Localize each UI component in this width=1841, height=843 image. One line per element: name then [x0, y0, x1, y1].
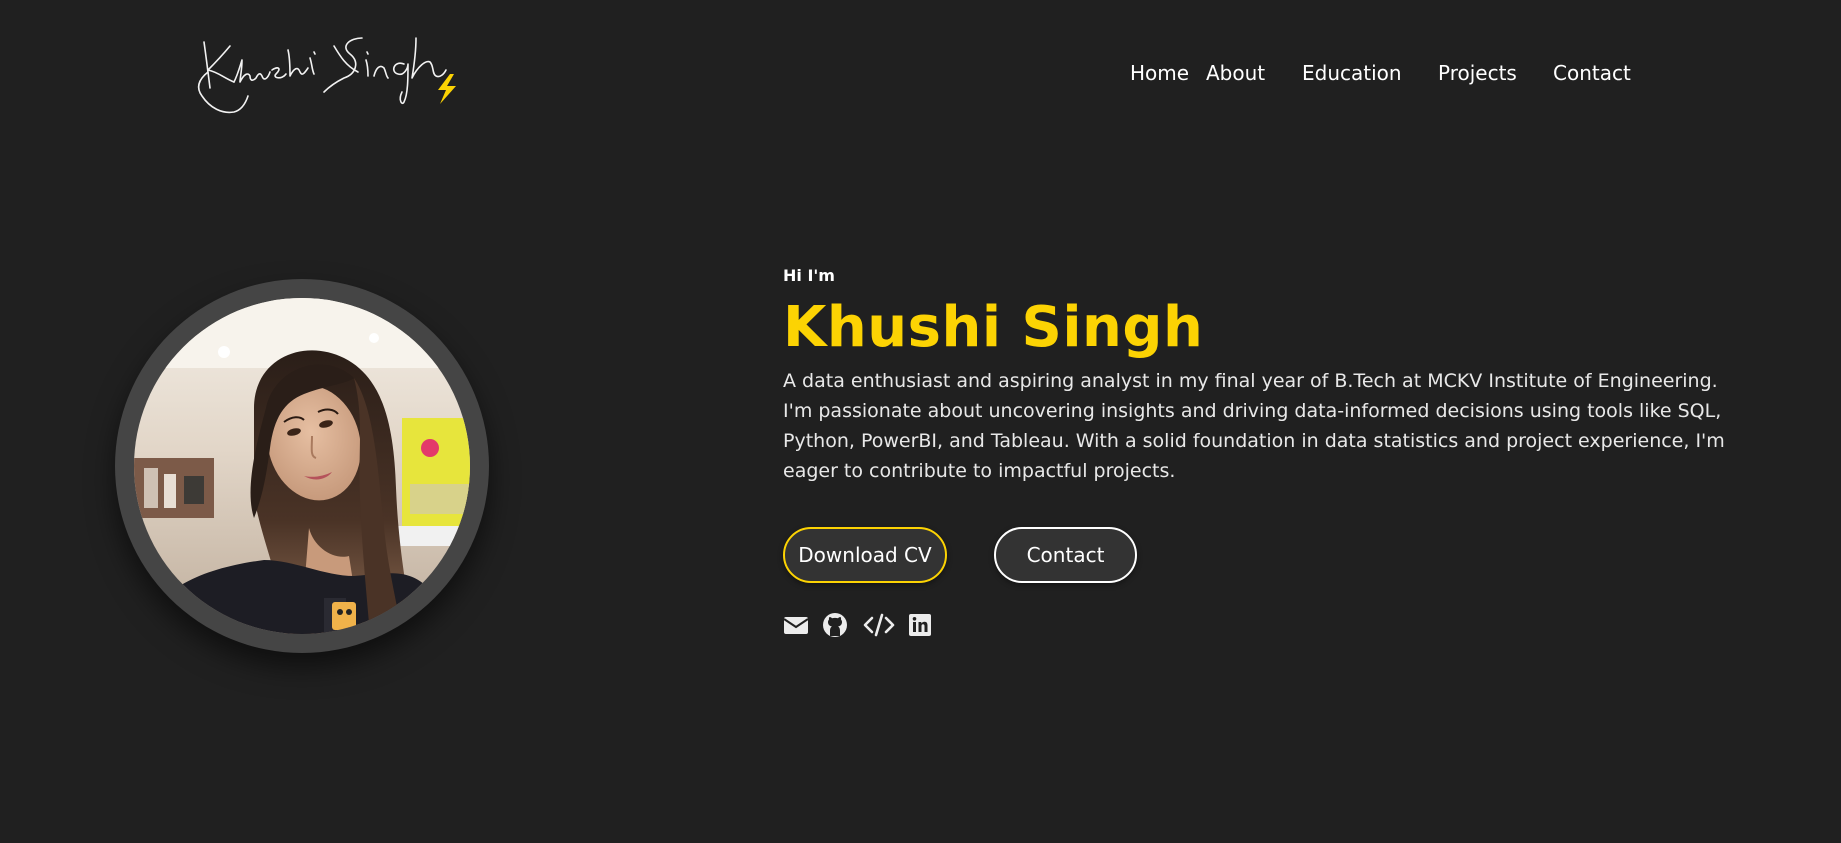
github-icon[interactable] [822, 612, 848, 638]
linkedin-icon[interactable] [907, 612, 933, 638]
main-nav: Home About Education Projects Contact [0, 60, 1841, 86]
profile-photo-frame [115, 279, 489, 653]
page: Home About Education Projects Contact Hi… [0, 0, 1841, 843]
nav-contact[interactable]: Contact [1553, 60, 1631, 86]
nav-about[interactable]: About [1206, 60, 1265, 86]
nav-projects[interactable]: Projects [1438, 60, 1517, 86]
hero-greeting: Hi I'm [783, 266, 835, 285]
hero-name: Khushi Singh [783, 295, 1204, 360]
hero-buttons: Download CV Contact [783, 527, 1743, 587]
hero-intro: Hi I'm Khushi Singh A data enthusiast an… [783, 262, 1743, 638]
hero-bio: A data enthusiast and aspiring analyst i… [783, 370, 1725, 482]
nav-home[interactable]: Home [1130, 60, 1189, 86]
social-links [783, 612, 1743, 638]
envelope-icon[interactable] [783, 612, 809, 638]
contact-button[interactable]: Contact [994, 527, 1137, 583]
nav-education[interactable]: Education [1302, 60, 1402, 86]
download-cv-button[interactable]: Download CV [783, 527, 947, 583]
profile-photo [134, 298, 470, 634]
code-icon[interactable] [863, 612, 895, 638]
